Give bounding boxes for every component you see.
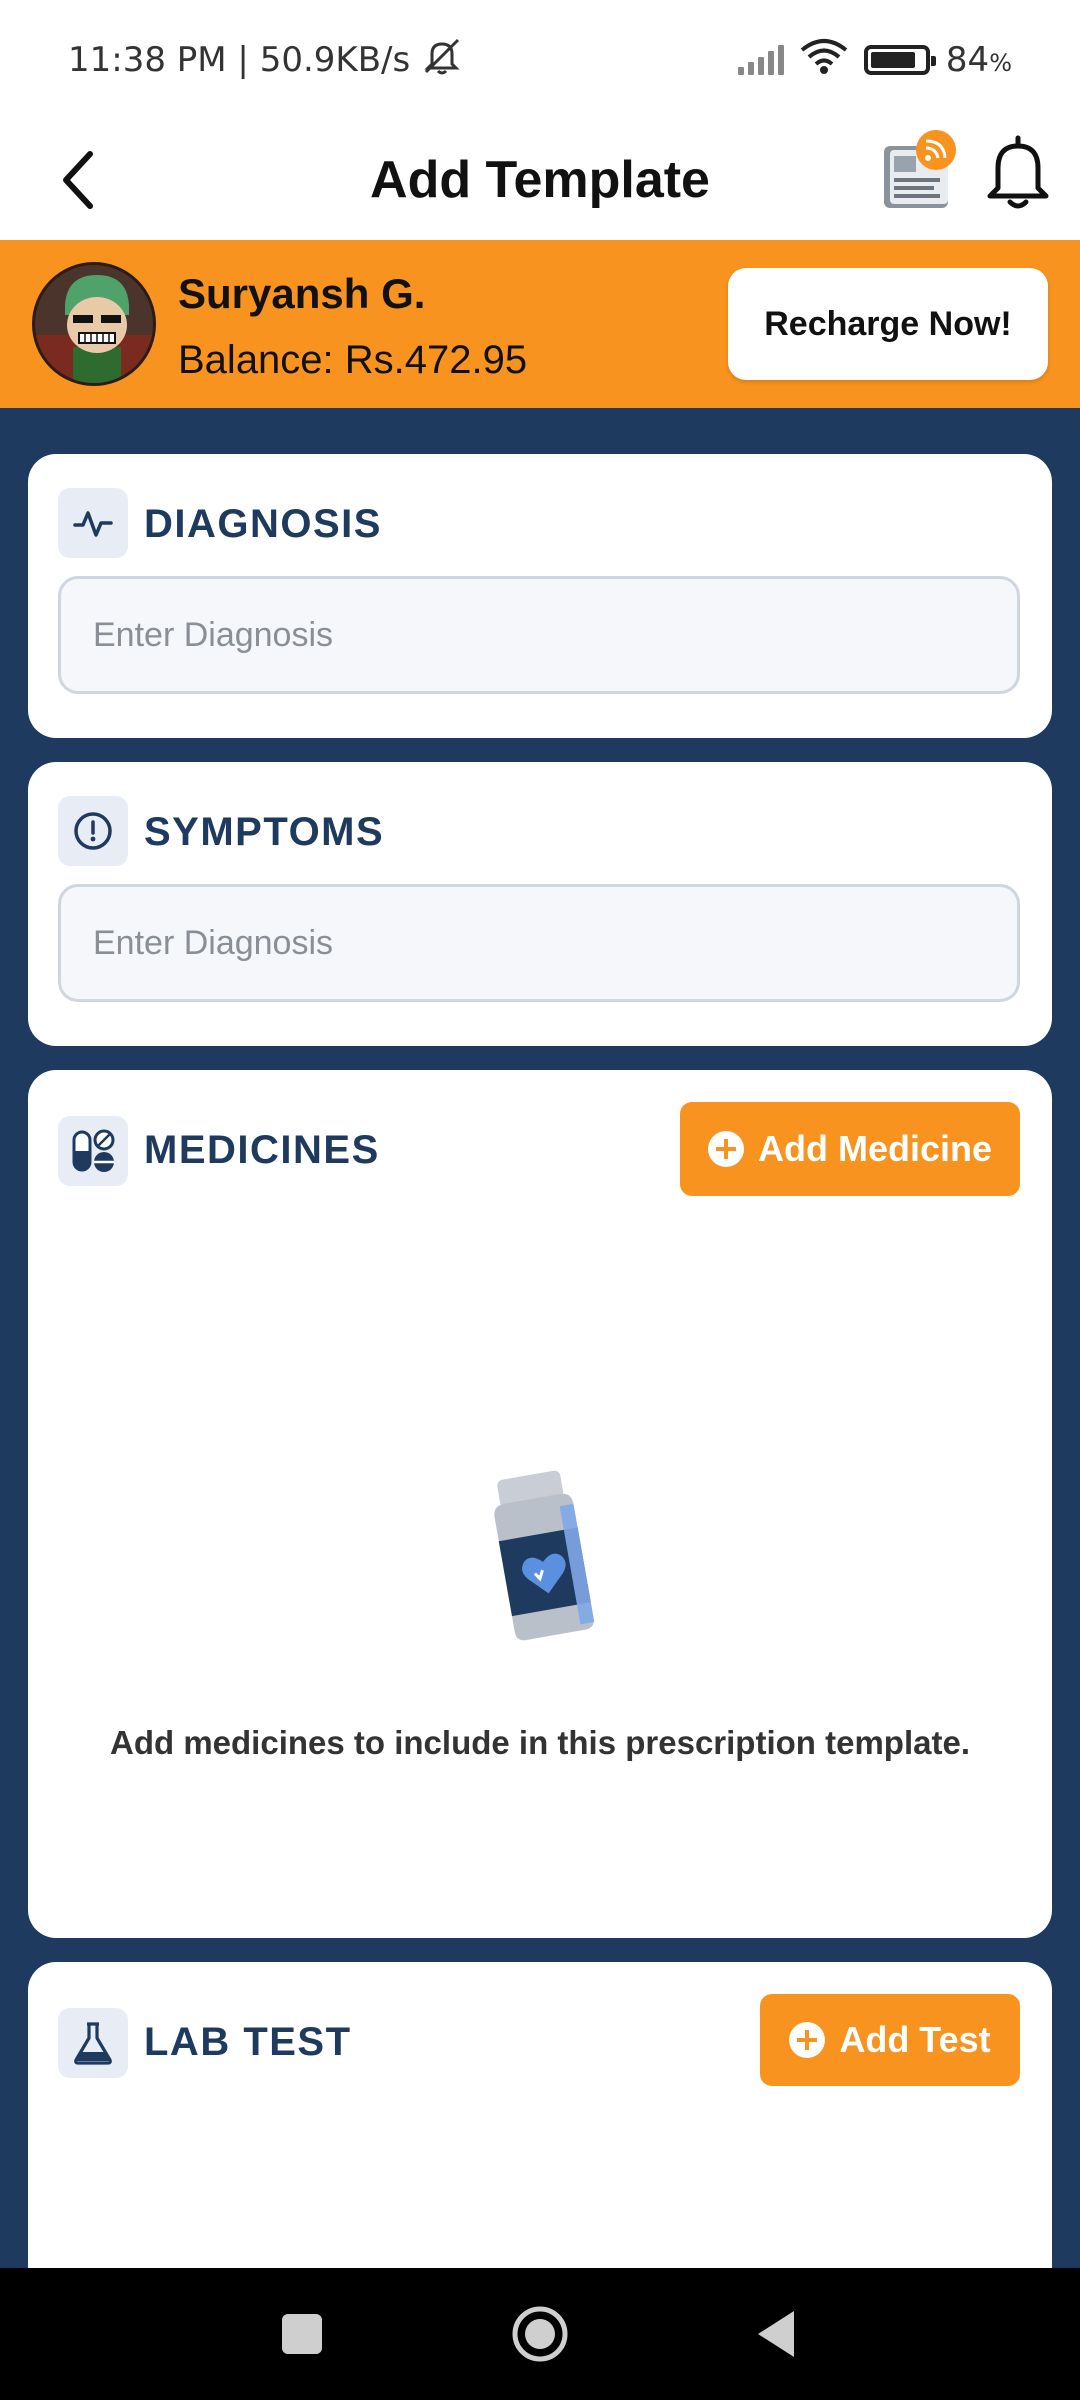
symptoms-title: SYMPTOMS [144,810,385,854]
status-time-speed: 11:38 PM | 50.9KB/s [68,40,411,80]
plus-circle-icon [707,1131,744,1167]
add-medicine-label: Add Medicine [757,1128,993,1169]
symptoms-card: SYMPTOMS [28,762,1052,1046]
bell-icon [987,135,1049,209]
alarm-off-icon [420,36,464,85]
recharge-button[interactable]: Recharge Now! [728,268,1048,380]
diagnosis-input[interactable] [58,576,1020,694]
diagnosis-title: DIAGNOSIS [144,502,382,546]
avatar[interactable] [32,262,156,386]
recents-button[interactable] [262,2294,342,2374]
back-button[interactable] [40,142,116,218]
notifications-button[interactable] [980,130,1056,216]
battery-icon [863,45,936,75]
user-balance-bar: Suryansh G. Balance: Rs.472.95 Recharge … [0,240,1080,408]
back-nav-button[interactable] [736,2294,816,2374]
status-left: 11:38 PM | 50.9KB/s [68,36,464,85]
add-test-label: Add Test [839,2019,991,2060]
activity-icon [58,488,128,558]
status-bar: 11:38 PM | 50.9KB/s 84% [0,0,1080,120]
user-balance: Balance: Rs.472.95 [178,338,528,382]
lab-test-title: LAB TEST [144,2020,352,2064]
flask-icon [58,2008,128,2078]
wifi-icon [800,38,848,83]
app-header: Add Template [0,120,1080,240]
medicine-bottle-illustration [480,1466,604,1646]
home-button[interactable] [500,2286,580,2382]
add-test-button[interactable]: Add Test [760,1994,1020,2086]
symptoms-input[interactable] [58,884,1020,1002]
add-medicine-button[interactable]: Add Medicine [680,1102,1020,1196]
battery-percent: 84% [945,40,1012,80]
medicines-empty-message: Add medicines to include in this prescri… [110,1724,970,1761]
back-icon [63,151,93,209]
medicines-card: MEDICINES Add Medicine Add medicines to … [28,1070,1052,1938]
signal-icon [737,45,784,75]
news-feed-icon [884,130,956,208]
status-right: 84% [737,38,1012,83]
triangle-back-icon [758,2311,794,2357]
lab-test-card: LAB TEST Add Test [28,1962,1052,2302]
home-circle-icon [512,2306,568,2362]
user-name: Suryansh G. [178,270,426,317]
pills-icon [58,1116,128,1186]
square-icon [282,2314,322,2354]
plus-circle-icon [789,2022,826,2058]
news-feed-button[interactable] [876,128,962,214]
system-nav-bar [0,2268,1080,2400]
medicines-title: MEDICINES [144,1128,380,1172]
diagnosis-card: DIAGNOSIS [28,454,1052,738]
alert-circle-icon [58,796,128,866]
